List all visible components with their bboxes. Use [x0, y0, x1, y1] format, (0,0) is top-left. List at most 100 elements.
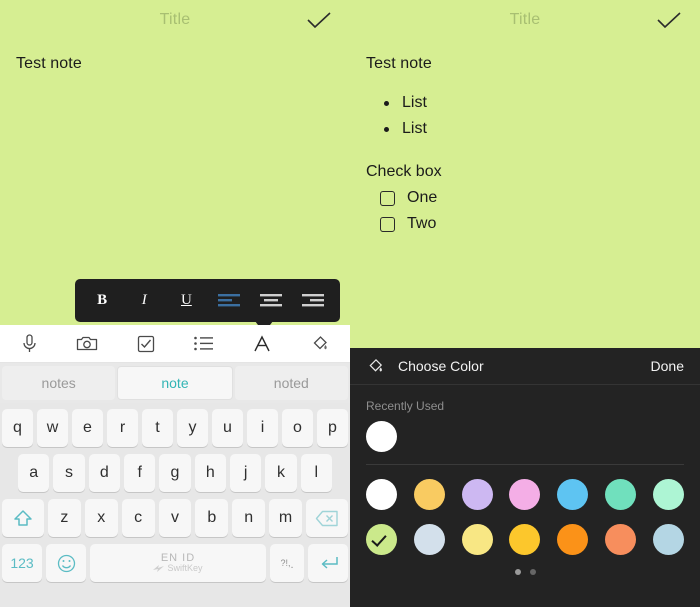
align-center-icon[interactable] [253, 283, 289, 319]
recently-used-swatches [350, 413, 700, 452]
color-swatch[interactable] [413, 524, 445, 555]
list-item: List [366, 116, 684, 142]
key-o[interactable]: o [282, 409, 313, 447]
key-u[interactable]: u [212, 409, 243, 447]
checkbox-row-two[interactable]: Two [366, 215, 684, 233]
color-swatch-selected[interactable] [366, 524, 397, 555]
color-swatch[interactable] [509, 524, 541, 555]
italic-button[interactable]: I [126, 283, 162, 319]
key-e[interactable]: e [72, 409, 103, 447]
key-d[interactable]: d [88, 454, 120, 492]
checkbox-icon[interactable] [380, 216, 395, 232]
spacebar[interactable]: EN ID SwiftKey [90, 544, 266, 582]
confirm-checkmark-icon[interactable] [304, 6, 334, 36]
color-swatch[interactable] [605, 479, 637, 510]
key-z[interactable]: z [48, 499, 81, 537]
color-swatch[interactable] [605, 524, 637, 555]
color-grid-row-2 [366, 524, 684, 555]
punctuation-key[interactable]: ?!, . [270, 544, 304, 582]
keyboard-row-2: a s d f g h j k l [2, 454, 348, 492]
color-grid [350, 465, 700, 575]
key-j[interactable]: j [229, 454, 262, 492]
checkbox-label: Two [407, 215, 437, 233]
color-swatch[interactable] [652, 524, 684, 555]
key-i[interactable]: i [247, 409, 278, 447]
key-b[interactable]: b [195, 499, 229, 537]
punctuation-top-label: ?!, [280, 557, 291, 568]
done-button[interactable]: Done [651, 358, 684, 374]
suggestion-note[interactable]: note [117, 366, 233, 400]
note-title-left[interactable]: Title [160, 11, 191, 29]
key-p[interactable]: p [317, 409, 348, 447]
align-right-icon[interactable] [295, 283, 331, 319]
note-text-left: Test note [16, 55, 82, 72]
color-swatch[interactable] [557, 479, 589, 510]
backspace-icon[interactable] [306, 499, 349, 537]
key-y[interactable]: y [177, 409, 208, 447]
smiley-face-icon[interactable] [46, 544, 86, 582]
punctuation-bottom-label: . [290, 559, 294, 571]
note-body-right[interactable]: Test note List List Check box One Two [350, 40, 700, 233]
recent-swatch[interactable] [366, 421, 397, 452]
color-swatch[interactable] [366, 479, 397, 510]
bullet-list-icon[interactable] [184, 329, 224, 359]
camera-icon[interactable] [67, 329, 107, 359]
shift-up-arrow-icon[interactable] [2, 499, 44, 537]
text-format-icon[interactable] [242, 329, 282, 359]
note-body-left[interactable]: Test note [0, 40, 350, 74]
list-item: List [366, 90, 684, 116]
underline-button[interactable]: U [168, 283, 204, 319]
key-a[interactable]: a [18, 454, 50, 492]
enter-return-icon[interactable] [308, 544, 348, 582]
color-swatch[interactable] [509, 479, 541, 510]
color-swatch[interactable] [461, 479, 493, 510]
keyboard-row-1: q w e r t y u i o p [2, 409, 348, 447]
key-h[interactable]: h [194, 454, 226, 492]
suggestion-noted[interactable]: noted [234, 366, 348, 400]
confirm-checkmark-icon[interactable] [654, 6, 684, 36]
key-x[interactable]: x [84, 499, 118, 537]
key-v[interactable]: v [158, 499, 192, 537]
note-title-right[interactable]: Title [510, 11, 541, 29]
color-swatch[interactable] [557, 524, 589, 555]
key-s[interactable]: s [53, 454, 85, 492]
paint-bucket-icon[interactable] [301, 329, 341, 359]
suggestion-notes[interactable]: notes [2, 366, 116, 400]
align-left-icon[interactable] [211, 283, 247, 319]
pagination-dots [366, 569, 684, 575]
numeric-mode-key[interactable]: 123 [2, 544, 42, 582]
key-q[interactable]: q [2, 409, 33, 447]
note-header-right: Title [350, 0, 700, 40]
key-m[interactable]: m [269, 499, 303, 537]
key-l[interactable]: l [300, 454, 332, 492]
virtual-keyboard: notes note noted q w e r t y u i o p a s… [0, 325, 350, 607]
key-n[interactable]: n [232, 499, 266, 537]
swiftkey-logo-icon [153, 564, 165, 572]
section-heading-checkbox: Check box [366, 163, 442, 181]
pagination-dot-active[interactable] [514, 569, 521, 575]
color-swatch[interactable] [652, 479, 684, 510]
key-f[interactable]: f [124, 454, 156, 492]
paint-bucket-icon [366, 356, 386, 376]
checkbox-icon[interactable] [380, 190, 395, 206]
key-g[interactable]: g [159, 454, 191, 492]
checkbox-row-one[interactable]: One [366, 189, 684, 207]
color-swatch[interactable] [413, 479, 445, 510]
key-c[interactable]: c [121, 499, 155, 537]
pagination-dot[interactable] [529, 569, 536, 575]
color-picker-title: Choose Color [398, 358, 484, 374]
key-k[interactable]: k [265, 454, 297, 492]
key-t[interactable]: t [142, 409, 173, 447]
suggestion-bar: notes note noted [0, 363, 350, 403]
note-text-right: Test note [366, 55, 432, 72]
color-picker-header: Choose Color Done [350, 348, 700, 385]
keyboard-row-4: 123 EN ID SwiftKey ?!, . [2, 544, 348, 582]
checkbox-icon[interactable] [126, 329, 166, 359]
key-r[interactable]: r [107, 409, 138, 447]
microphone-icon[interactable] [9, 329, 49, 359]
key-w[interactable]: w [37, 409, 68, 447]
keyboard-row-3: z x c v b n m [2, 499, 349, 537]
color-picker-panel: Choose Color Done Recently Used [350, 348, 700, 607]
bold-button[interactable]: B [84, 283, 120, 319]
color-swatch[interactable] [461, 524, 493, 555]
